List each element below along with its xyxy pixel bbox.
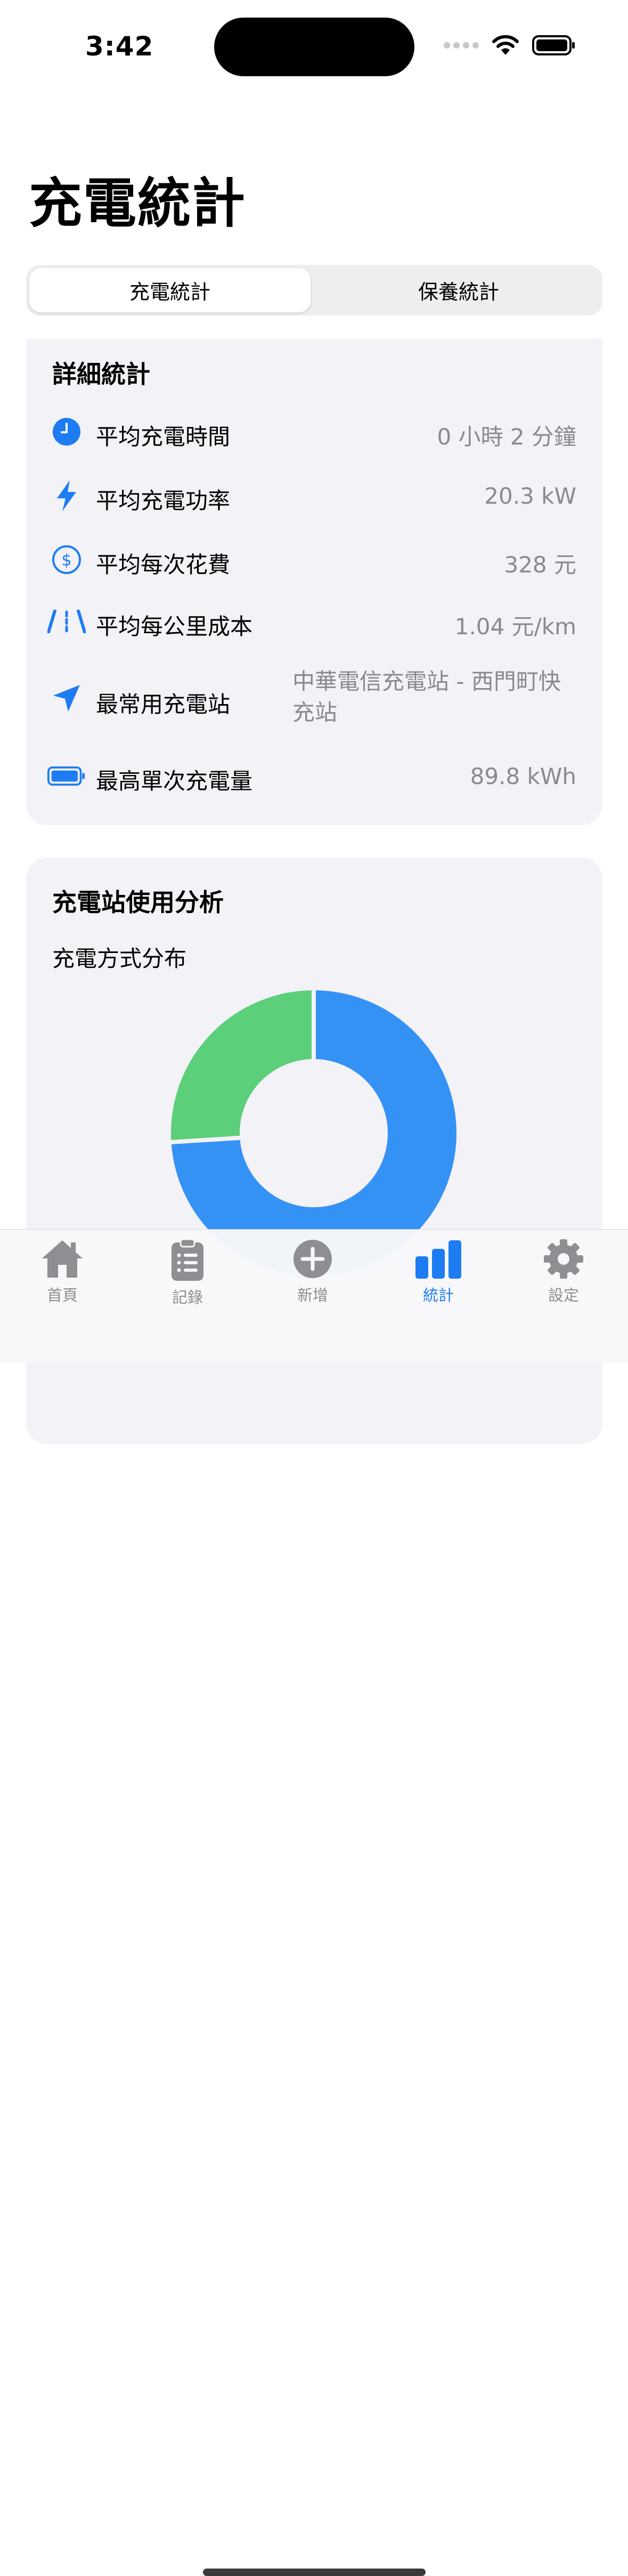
stat-value: 0 小時 2 分鐘 [437,424,577,450]
card-title: 充電站使用分析 [52,888,224,917]
stat-value: 1.04 元/km [454,613,576,640]
tab-records[interactable]: 記錄 [140,1238,235,1313]
tab-label: 首頁 [46,1286,78,1304]
plus-circle-icon [293,1240,332,1278]
tab-add[interactable]: 新增 [265,1238,361,1313]
wifi-icon [492,35,519,55]
road-icon [47,602,86,641]
stat-label: 最常用充電站 [96,691,231,717]
battery-status-icon [532,35,575,55]
dynamic-island [214,18,414,76]
card-title: 詳細統計 [52,360,150,389]
tab-label: 記錄 [172,1288,203,1306]
segment-charging-stats[interactable]: 充電統計 [29,268,311,312]
battery-icon [47,757,86,795]
segment-maintenance-stats[interactable]: 保養統計 [318,268,599,312]
stat-label: 平均每次花費 [96,552,231,578]
stat-label: 平均每公里成本 [96,613,253,640]
tab-label: 統計 [422,1286,454,1304]
stat-label: 平均充電功率 [96,488,231,514]
tab-label: 新增 [297,1286,328,1304]
detailed-stats-card: 詳細統計 平均充電時間 0 小時 2 分鐘 平均充電功率 20.3 kW $ 平… [26,339,602,825]
tab-settings[interactable]: 設定 [516,1238,611,1313]
house-icon [42,1240,83,1278]
bolt-icon [47,477,86,515]
bar-chart-icon [415,1240,461,1279]
svg-text:$: $ [61,551,71,570]
home-indicator [203,2569,426,2576]
tab-stats[interactable]: 統計 [390,1238,486,1313]
clipboard-list-icon [172,1238,203,1281]
stats-segmented-control: 充電統計 保養統計 [26,265,602,316]
donut-slice-1 [167,986,316,1145]
page-title: 充電統計 [29,172,246,235]
cellular-signal-icon [444,42,479,49]
status-time: 3:42 [85,31,154,62]
stat-value: 328 元 [504,552,576,578]
location-arrow-icon [47,679,86,717]
tab-bar: 首頁 記錄 新增 統計 設定 [0,1229,628,2576]
tab-home[interactable]: 首頁 [14,1238,110,1313]
dollar-circle-icon: $ [47,540,86,579]
clock-icon [47,413,86,451]
stat-value: 89.8 kWh [470,763,576,789]
status-indicators [444,32,576,59]
stat-label: 平均充電時間 [96,424,231,450]
tab-label: 設定 [548,1286,579,1304]
stat-value: 20.3 kW [484,483,576,509]
stat-value: 中華電信充電站 - 西門町快充站 [292,668,561,725]
chart-subtitle: 充電方式分布 [52,946,187,972]
stat-label: 最高單次充電量 [96,768,253,794]
gear-icon [544,1239,583,1279]
